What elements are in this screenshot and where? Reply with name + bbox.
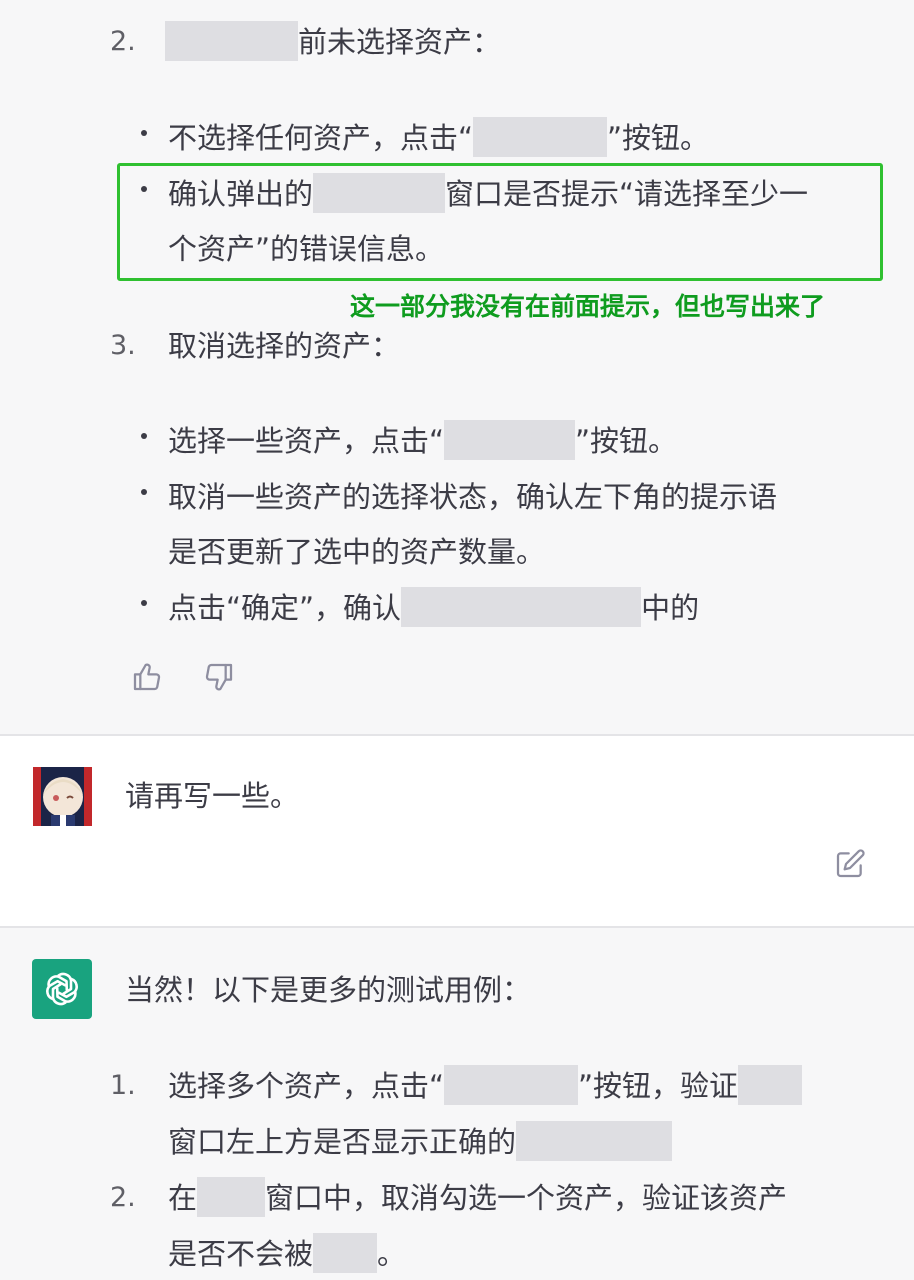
highlight-box bbox=[117, 163, 883, 281]
edit-icon[interactable] bbox=[834, 848, 866, 884]
item-text: 是否不会被 bbox=[168, 1237, 314, 1271]
redacted-block bbox=[738, 1065, 803, 1105]
avatar bbox=[33, 767, 92, 826]
item-text: 点击“确定”，确认 bbox=[168, 591, 402, 625]
list-item-text: 取消一些资产的选择状态，确认左下角的提示语 bbox=[168, 480, 778, 514]
list-item-text: 选择多个资产，点击“ ”按钮，验证 bbox=[168, 1065, 803, 1106]
user-message: 请再写一些。 bbox=[0, 736, 914, 926]
list-item-text: 不选择任何资产，点击“ ”按钮。 bbox=[168, 117, 710, 158]
list-number: 2. bbox=[110, 1182, 136, 1213]
user-message-text: 请再写一些。 bbox=[125, 779, 300, 813]
list-item-text: 取消选择的资产： bbox=[168, 329, 401, 363]
item-text: 选择一些资产，点击“ bbox=[168, 424, 445, 458]
item-text: 窗口中，取消勾选一个资产，验证该资产 bbox=[265, 1181, 788, 1215]
redacted-block bbox=[473, 117, 608, 157]
assistant-message-1: 2. 前未选择资产： 不选择任何资产，点击“ ”按钮。 确认弹出的 窗口是否提示“请… bbox=[0, 0, 914, 734]
item-text: ”按钮，验证 bbox=[578, 1069, 739, 1103]
bullet-dot bbox=[141, 600, 147, 606]
list-number: 1. bbox=[110, 1070, 136, 1101]
list-item-text: 点击“确定”，确认 中的 bbox=[168, 587, 700, 628]
bullet-dot bbox=[141, 130, 147, 136]
item-text: ”按钮。 bbox=[575, 424, 678, 458]
list-item-text: 是否更新了选中的资产数量。 bbox=[168, 535, 546, 569]
item-text: 在 bbox=[168, 1181, 198, 1215]
redacted-block bbox=[516, 1121, 673, 1161]
item-text: 。 bbox=[377, 1237, 407, 1271]
assistant-message-2: 当然！以下是更多的测试用例： 1. 选择多个资产，点击“ ”按钮，验证 窗口左上方… bbox=[0, 928, 914, 1280]
item-text: ”按钮。 bbox=[607, 121, 710, 155]
bullet-dot bbox=[141, 489, 147, 495]
redacted-block bbox=[444, 420, 576, 460]
item-text: 选择多个资产，点击“ bbox=[168, 1069, 445, 1103]
list-item-text: 前未选择资产： bbox=[165, 21, 502, 62]
list-number: 3. bbox=[110, 330, 136, 361]
item-text: 中的 bbox=[641, 591, 700, 625]
list-item-text: 窗口左上方是否显示正确的 bbox=[168, 1121, 673, 1162]
assistant-intro-text: 当然！以下是更多的测试用例： bbox=[125, 973, 532, 1007]
redacted-block bbox=[313, 1233, 378, 1273]
redacted-block bbox=[444, 1065, 579, 1105]
annotation-text: 这一部分我没有在前面提示，但也写出来了 bbox=[350, 292, 826, 321]
list-number: 2. bbox=[110, 26, 136, 57]
item-text: 前未选择资产： bbox=[298, 25, 502, 59]
list-item-text: 是否不会被 。 bbox=[168, 1233, 407, 1274]
redacted-block bbox=[165, 21, 298, 61]
item-text: 不选择任何资产，点击“ bbox=[168, 121, 474, 155]
list-item-text: 选择一些资产，点击“ ”按钮。 bbox=[168, 420, 678, 461]
redacted-block bbox=[197, 1177, 266, 1217]
chatgpt-logo-icon bbox=[32, 959, 92, 1019]
redacted-block bbox=[401, 587, 642, 627]
list-item-text: 在 窗口中，取消勾选一个资产，验证该资产 bbox=[168, 1177, 788, 1218]
thumbs-up-icon[interactable] bbox=[131, 661, 163, 697]
bullet-dot bbox=[141, 433, 147, 439]
item-text: 窗口左上方是否显示正确的 bbox=[168, 1125, 517, 1159]
thumbs-down-icon[interactable] bbox=[203, 661, 235, 697]
